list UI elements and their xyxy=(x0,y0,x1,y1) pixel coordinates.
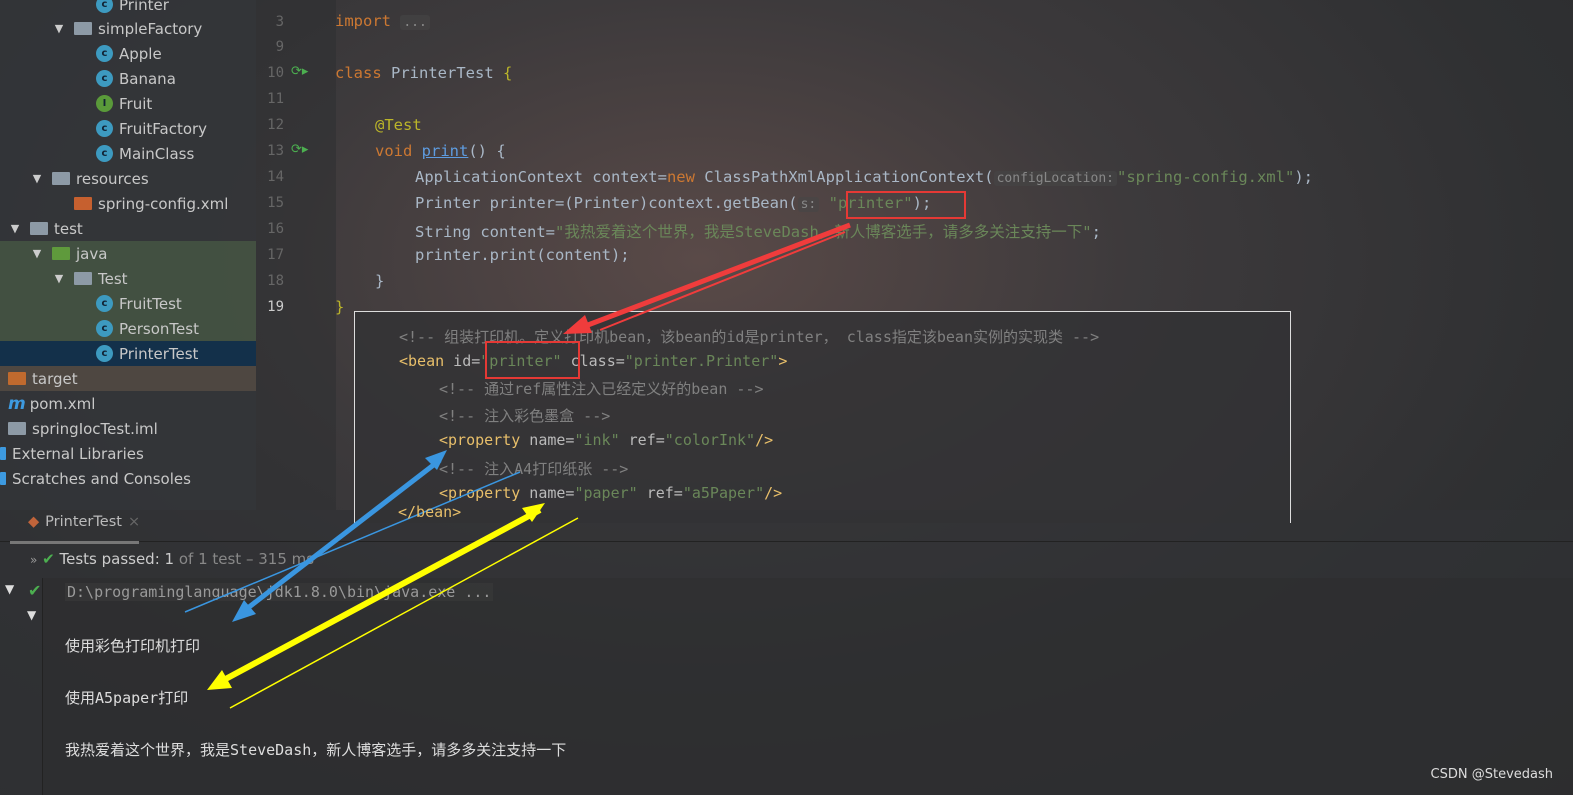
yellow-arrow xyxy=(207,503,579,709)
red-arrow xyxy=(563,222,851,334)
xml-bean-close: </bean> xyxy=(398,503,462,521)
blue-arrow xyxy=(184,450,521,622)
annotation-arrows xyxy=(184,222,851,709)
